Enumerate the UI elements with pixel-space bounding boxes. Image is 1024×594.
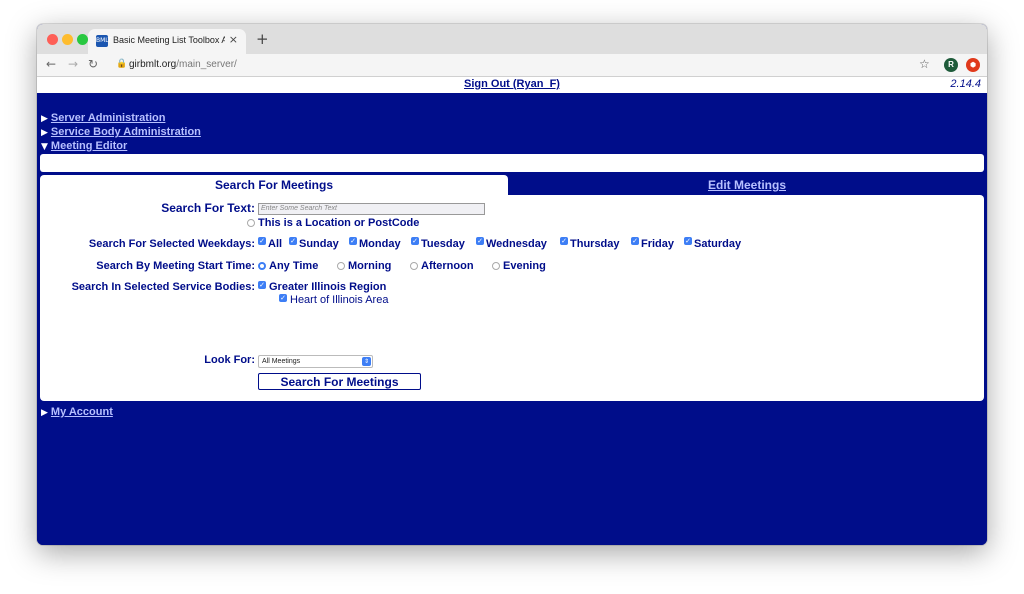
back-arrow-icon[interactable]: ← <box>46 57 56 71</box>
start-time-label-afternoon: Afternoon <box>421 260 474 272</box>
section-label: My Account <box>50 406 113 418</box>
page-content: Sign Out (Ryan_F) 2.14.4 ▶ Server Adminis… <box>37 77 987 545</box>
weekday-label-all: All <box>268 238 283 250</box>
weekday-checkbox-thursday[interactable]: ✓ <box>560 237 568 245</box>
section-meeting-editor[interactable]: ▼ Meeting Editor <box>41 140 127 152</box>
section-label: Server Administration <box>50 112 166 124</box>
section-label: Meeting Editor <box>50 140 128 152</box>
start-time-radio-afternoon[interactable] <box>410 262 418 270</box>
forward-arrow-icon[interactable]: → <box>68 57 78 71</box>
look-for-value: All Meetings <box>262 358 301 365</box>
tab-edit-meetings[interactable]: Edit Meetings <box>510 175 984 195</box>
browser-toolbar: ← → ↻ 🔒 girbmlt.org/main_server/ ☆ R ⬢ <box>37 54 987 77</box>
title-bar: BMLT Basic Meeting List Toolbox Adm × + <box>37 24 987 54</box>
weekday-checkbox-wednesday[interactable]: ✓ <box>476 237 484 245</box>
reload-icon[interactable]: ↻ <box>88 57 98 71</box>
browser-window: BMLT Basic Meeting List Toolbox Adm × + … <box>37 24 987 545</box>
location-radio[interactable] <box>247 219 255 227</box>
maximize-window-button[interactable] <box>77 34 88 45</box>
expand-triangle-icon: ▶ <box>41 114 48 124</box>
search-panel: Search For Text: Enter Some Search Text … <box>40 195 984 401</box>
weekday-label-monday: Monday <box>359 238 401 250</box>
start-time-label-any: Any Time <box>269 260 319 272</box>
search-text-label: Search For Text: <box>161 201 255 215</box>
meeting-editor-tabs: Search For Meetings Edit Meetings <box>40 175 984 195</box>
section-service-body-administration[interactable]: ▶ Service Body Administration <box>41 126 201 138</box>
weekday-label-wednesday: Wednesday <box>486 238 547 250</box>
close-tab-icon[interactable]: × <box>229 33 238 46</box>
start-time-radio-evening[interactable] <box>492 262 500 270</box>
weekday-label-tuesday: Tuesday <box>421 238 465 250</box>
weekday-label-friday: Friday <box>641 238 675 250</box>
look-for-select[interactable]: All Meetings ⇕ <box>258 355 373 368</box>
look-for-label: Look For: <box>204 354 255 366</box>
tab-search-for-meetings[interactable]: Search For Meetings <box>40 175 508 195</box>
browser-tab[interactable]: BMLT Basic Meeting List Toolbox Adm × <box>88 29 246 54</box>
bookmark-star-icon[interactable]: ☆ <box>919 57 930 71</box>
header-bar: Sign Out (Ryan_F) 2.14.4 <box>37 77 987 94</box>
weekday-checkbox-all[interactable]: ✓ <box>258 237 266 245</box>
sign-out-link[interactable]: Sign Out (Ryan_F) <box>37 78 987 90</box>
expand-triangle-icon: ▶ <box>41 408 48 418</box>
search-text-input[interactable]: Enter Some Search Text <box>258 203 485 215</box>
weekday-checkbox-monday[interactable]: ✓ <box>349 237 357 245</box>
service-bodies-label: Search In Selected Service Bodies: <box>71 281 255 293</box>
address-bar[interactable]: girbmlt.org/main_server/ <box>129 59 237 70</box>
new-tab-button[interactable]: + <box>256 30 269 48</box>
start-time-label: Search By Meeting Start Time: <box>96 260 255 272</box>
weekday-checkbox-tuesday[interactable]: ✓ <box>411 237 419 245</box>
profile-avatar[interactable]: R <box>944 58 958 72</box>
url-host: girbmlt.org <box>129 59 177 70</box>
weekday-checkbox-friday[interactable]: ✓ <box>631 237 639 245</box>
extension-icon[interactable]: ⬢ <box>966 58 980 72</box>
section-label: Service Body Administration <box>50 126 201 138</box>
start-time-label-morning: Morning <box>348 260 392 272</box>
start-time-label-evening: Evening <box>503 260 546 272</box>
search-for-meetings-button[interactable]: Search For Meetings <box>258 373 421 390</box>
favicon-icon: BMLT <box>96 35 111 47</box>
start-time-radio-morning[interactable] <box>337 262 345 270</box>
service-body-checkbox-region[interactable]: ✓ <box>258 281 266 289</box>
collapse-triangle-icon: ▼ <box>41 142 48 152</box>
weekday-label-thursday: Thursday <box>570 238 620 250</box>
section-my-account[interactable]: ▶ My Account <box>41 406 113 418</box>
expand-triangle-icon: ▶ <box>41 128 48 138</box>
version-label: 2.14.4 <box>950 78 981 90</box>
meeting-editor-banner <box>40 154 984 172</box>
service-body-label-area: Heart of Illinois Area <box>290 294 389 306</box>
service-body-label-region: Greater Illinois Region <box>269 281 387 293</box>
service-body-checkbox-area[interactable]: ✓ <box>279 294 287 302</box>
close-window-button[interactable] <box>47 34 58 45</box>
select-caret-icon: ⇕ <box>362 357 371 366</box>
tab-title: Basic Meeting List Toolbox Adm <box>113 35 225 45</box>
start-time-radio-any[interactable] <box>258 262 266 270</box>
weekdays-label: Search For Selected Weekdays: <box>88 238 255 250</box>
lock-icon[interactable]: 🔒 <box>116 59 127 69</box>
weekday-label-saturday: Saturday <box>694 238 742 250</box>
weekday-checkbox-saturday[interactable]: ✓ <box>684 237 692 245</box>
section-server-administration[interactable]: ▶ Server Administration <box>41 112 165 124</box>
minimize-window-button[interactable] <box>62 34 73 45</box>
location-option-label: This is a Location or PostCode <box>258 217 420 229</box>
url-path: /main_server/ <box>176 59 237 70</box>
weekday-checkbox-sunday[interactable]: ✓ <box>289 237 297 245</box>
weekday-label-sunday: Sunday <box>299 238 339 250</box>
